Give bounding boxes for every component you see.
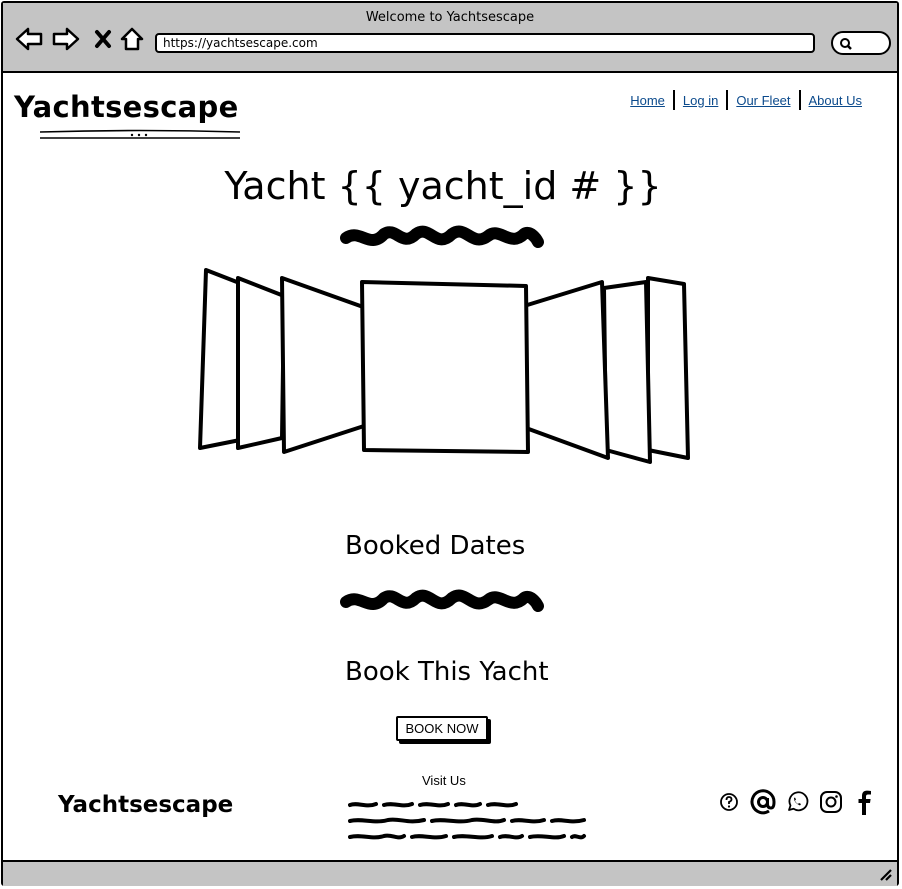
- email-icon[interactable]: [750, 789, 776, 815]
- book-yacht-heading: Book This Yacht: [345, 657, 549, 687]
- book-now-button[interactable]: BOOK NOW: [396, 716, 488, 741]
- image-carousel[interactable]: [190, 262, 700, 472]
- nav-home-link[interactable]: Home: [622, 93, 673, 108]
- window-title: Welcome to Yachtsescape: [365, 10, 535, 25]
- home-icon[interactable]: [118, 25, 146, 53]
- help-icon[interactable]: [716, 789, 742, 815]
- nav-fleet-link[interactable]: Our Fleet: [728, 93, 798, 108]
- forward-icon[interactable]: [52, 25, 80, 53]
- site-logo[interactable]: Yachtsescape: [14, 90, 239, 124]
- nav-login-link[interactable]: Log in: [675, 93, 726, 108]
- visit-us-heading: Visit Us: [422, 773, 466, 788]
- address-bar[interactable]: https://yachtsescape.com: [155, 33, 815, 53]
- booked-dates-heading: Booked Dates: [345, 531, 526, 561]
- top-navigation: Home Log in Our Fleet About Us: [622, 90, 870, 110]
- search-icon: [839, 36, 853, 55]
- browser-statusbar: [3, 860, 897, 886]
- facebook-icon[interactable]: [852, 789, 878, 815]
- scribble-placeholder: [340, 589, 544, 612]
- instagram-icon[interactable]: [818, 789, 844, 815]
- browser-titlebar: Welcome to Yachtsescape https://yachtses…: [3, 3, 897, 73]
- back-icon[interactable]: [15, 25, 43, 53]
- scribble-placeholder: [340, 225, 544, 248]
- browser-search-field[interactable]: [831, 31, 891, 55]
- footer-logo[interactable]: Yachtsescape: [58, 792, 233, 818]
- social-links: [716, 789, 878, 815]
- resize-grip-icon[interactable]: [877, 866, 893, 886]
- logo-underline: [40, 129, 240, 139]
- stop-icon[interactable]: [89, 25, 117, 53]
- page-title: Yacht {{ yacht_id # }}: [224, 164, 662, 208]
- address-scribble: [348, 802, 586, 840]
- whatsapp-icon[interactable]: [784, 789, 810, 815]
- nav-about-link[interactable]: About Us: [801, 93, 870, 108]
